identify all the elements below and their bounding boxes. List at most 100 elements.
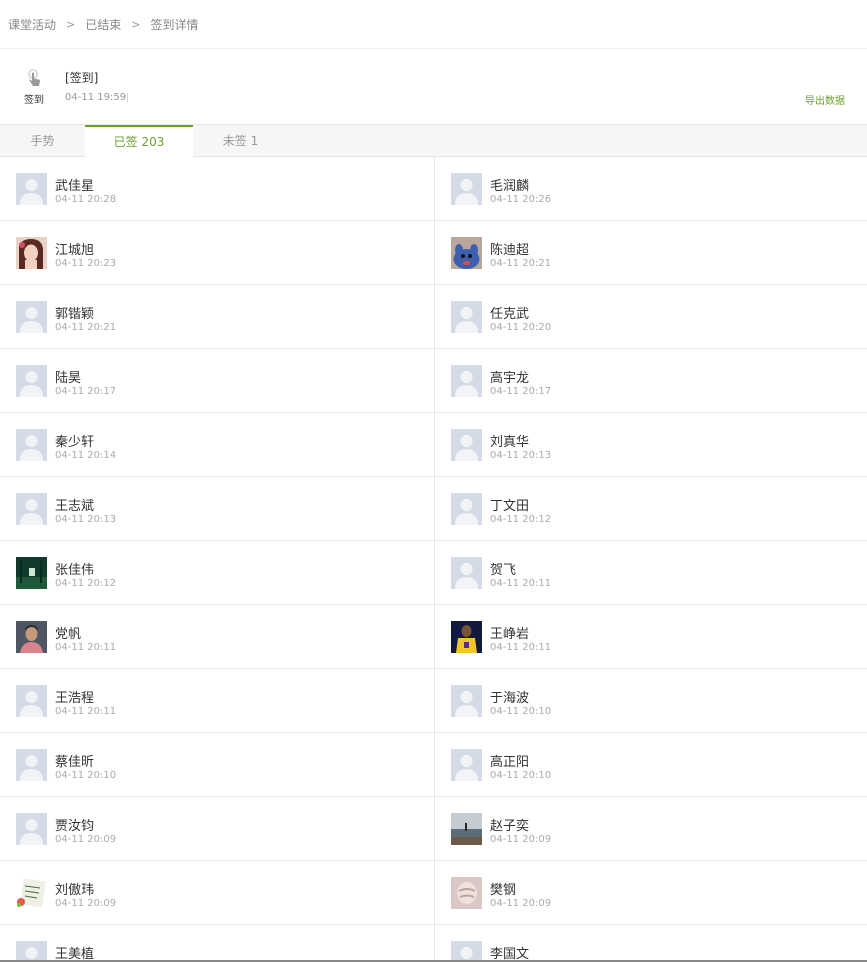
avatar	[16, 685, 47, 717]
tab-unsigned[interactable]: 未签 1	[193, 125, 288, 157]
breadcrumb-classroom-activity[interactable]: 课堂活动	[8, 16, 56, 33]
export-data-link[interactable]: 导出数据	[805, 92, 845, 107]
student-cell[interactable]: 陈迪超 04-11 20:21	[434, 221, 867, 284]
grid-row: 王浩程 04-11 20:11 于海波 04-11 20:10	[0, 669, 867, 733]
student-cell[interactable]: 郭锴颖 04-11 20:21	[0, 285, 434, 348]
signin-time: 04-11 20:14	[55, 450, 117, 461]
signin-time: 04-11 20:09	[55, 898, 117, 909]
signin-time: 04-11 20:17	[55, 386, 117, 397]
avatar	[16, 749, 47, 781]
student-cell[interactable]: 王峥岩 04-11 20:11	[434, 605, 867, 668]
avatar	[451, 749, 482, 781]
student-cell[interactable]: 王浩程 04-11 20:11	[0, 669, 434, 732]
student-cell[interactable]: 张佳伟 04-11 20:12	[0, 541, 434, 604]
student-cell[interactable]: 赵子奕 04-11 20:09	[434, 797, 867, 860]
avatar	[16, 621, 47, 653]
tab-signed[interactable]: 已签 203	[85, 125, 193, 158]
student-cell[interactable]: 党帆 04-11 20:11	[0, 605, 434, 668]
signin-time: 04-11 20:11	[55, 642, 117, 653]
student-name: 江城旭	[55, 243, 95, 258]
student-name: 秦少轩	[55, 435, 95, 450]
student-cell[interactable]: 刘傲玮 04-11 20:09	[0, 861, 434, 924]
student-cell[interactable]: 高正阳 04-11 20:10	[434, 733, 867, 796]
signin-time: 04-11 20:10	[55, 770, 117, 781]
hand-tap-icon	[28, 69, 40, 86]
student-cell[interactable]: 丁文田 04-11 20:12	[434, 477, 867, 540]
signin-time: 04-11 20:23	[55, 258, 117, 269]
grid-row: 蔡佳昕 04-11 20:10 高正阳 04-11 20:10	[0, 733, 867, 797]
student-cell[interactable]: 于海波 04-11 20:10	[434, 669, 867, 732]
student-cell[interactable]: 王志斌 04-11 20:13	[0, 477, 434, 540]
student-cell[interactable]: 高宇龙 04-11 20:17	[434, 349, 867, 412]
student-cell[interactable]: 李国文	[434, 925, 867, 962]
student-cell[interactable]: 蔡佳昕 04-11 20:10	[0, 733, 434, 796]
chevron-right-icon: >	[131, 17, 141, 31]
student-cell[interactable]: 任克武 04-11 20:20	[434, 285, 867, 348]
signin-time: 04-11 20:09	[490, 834, 552, 845]
avatar	[451, 557, 482, 589]
avatar	[16, 173, 47, 205]
student-name: 郭锴颖	[55, 307, 95, 322]
breadcrumb-ended[interactable]: 已结束	[85, 16, 121, 33]
avatar	[451, 877, 482, 909]
avatar	[16, 813, 47, 845]
activity-time: 04-11 19:59	[65, 92, 127, 103]
student-cell[interactable]: 毛润麟 04-11 20:26	[434, 157, 867, 220]
grid-row: 王志斌 04-11 20:13 丁文田 04-11 20:12	[0, 477, 867, 541]
student-cell[interactable]: 江城旭 04-11 20:23	[0, 221, 434, 284]
student-cell[interactable]: 贾汝钧 04-11 20:09	[0, 797, 434, 860]
grid-row: 武佳星 04-11 20:28 毛润麟 04-11 20:26	[0, 157, 867, 221]
activity-header: 签到 [签到] 04-11 19:59 导出数据	[0, 48, 867, 125]
student-name: 王峥岩	[490, 627, 530, 642]
student-name: 党帆	[55, 627, 82, 642]
student-cell[interactable]: 贺飞 04-11 20:11	[434, 541, 867, 604]
signin-time: 04-11 20:17	[490, 386, 552, 397]
activity-type: 签到	[20, 69, 48, 106]
avatar	[451, 301, 482, 333]
signin-time: 04-11 20:11	[490, 578, 552, 589]
grid-row: 秦少轩 04-11 20:14 刘真华 04-11 20:13	[0, 413, 867, 477]
signin-time: 04-11 20:28	[55, 194, 117, 205]
grid-row: 陆昊 04-11 20:17 高宇龙 04-11 20:17	[0, 349, 867, 413]
avatar	[16, 365, 47, 397]
signin-time: 04-11 20:13	[490, 450, 552, 461]
student-cell[interactable]: 樊钢 04-11 20:09	[434, 861, 867, 924]
avatar	[451, 941, 482, 962]
breadcrumb: 课堂活动 > 已结束 > 签到详情	[0, 0, 867, 48]
student-name: 蔡佳昕	[55, 755, 95, 770]
tab-gesture[interactable]: 手势	[0, 125, 85, 157]
signin-time: 04-11 20:11	[55, 706, 117, 717]
student-name: 贾汝钧	[55, 819, 95, 834]
activity-type-label: 签到	[24, 95, 44, 106]
student-cell[interactable]: 陆昊 04-11 20:17	[0, 349, 434, 412]
avatar	[16, 941, 47, 962]
student-name: 王浩程	[55, 691, 95, 706]
grid-row: 郭锴颖 04-11 20:21 任克武 04-11 20:20	[0, 285, 867, 349]
grid-row: 刘傲玮 04-11 20:09 樊钢 04-11 20:09	[0, 861, 867, 925]
student-name: 高宇龙	[490, 371, 530, 386]
student-cell[interactable]: 刘真华 04-11 20:13	[434, 413, 867, 476]
signin-time: 04-11 20:21	[55, 322, 117, 333]
signin-time: 04-11 20:20	[490, 322, 552, 333]
signin-time: 04-11 20:09	[490, 898, 552, 909]
avatar	[16, 237, 47, 269]
student-name: 张佳伟	[55, 563, 95, 578]
student-name: 陈迪超	[490, 243, 530, 258]
avatar	[16, 493, 47, 525]
student-name: 高正阳	[490, 755, 530, 770]
student-name: 刘真华	[490, 435, 530, 450]
student-cell[interactable]: 王美植	[0, 925, 434, 962]
avatar	[451, 173, 482, 205]
grid-row: 王美植 李国文	[0, 925, 867, 962]
signin-time: 04-11 20:11	[490, 642, 552, 653]
student-cell[interactable]: 秦少轩 04-11 20:14	[0, 413, 434, 476]
student-name: 樊钢	[490, 883, 517, 898]
student-name: 赵子奕	[490, 819, 530, 834]
signin-time: 04-11 20:12	[490, 514, 552, 525]
avatar	[16, 301, 47, 333]
student-name: 王志斌	[55, 499, 95, 514]
student-name: 于海波	[490, 691, 530, 706]
signin-time: 04-11 20:21	[490, 258, 552, 269]
student-cell[interactable]: 武佳星 04-11 20:28	[0, 157, 434, 220]
student-name: 武佳星	[55, 179, 95, 194]
